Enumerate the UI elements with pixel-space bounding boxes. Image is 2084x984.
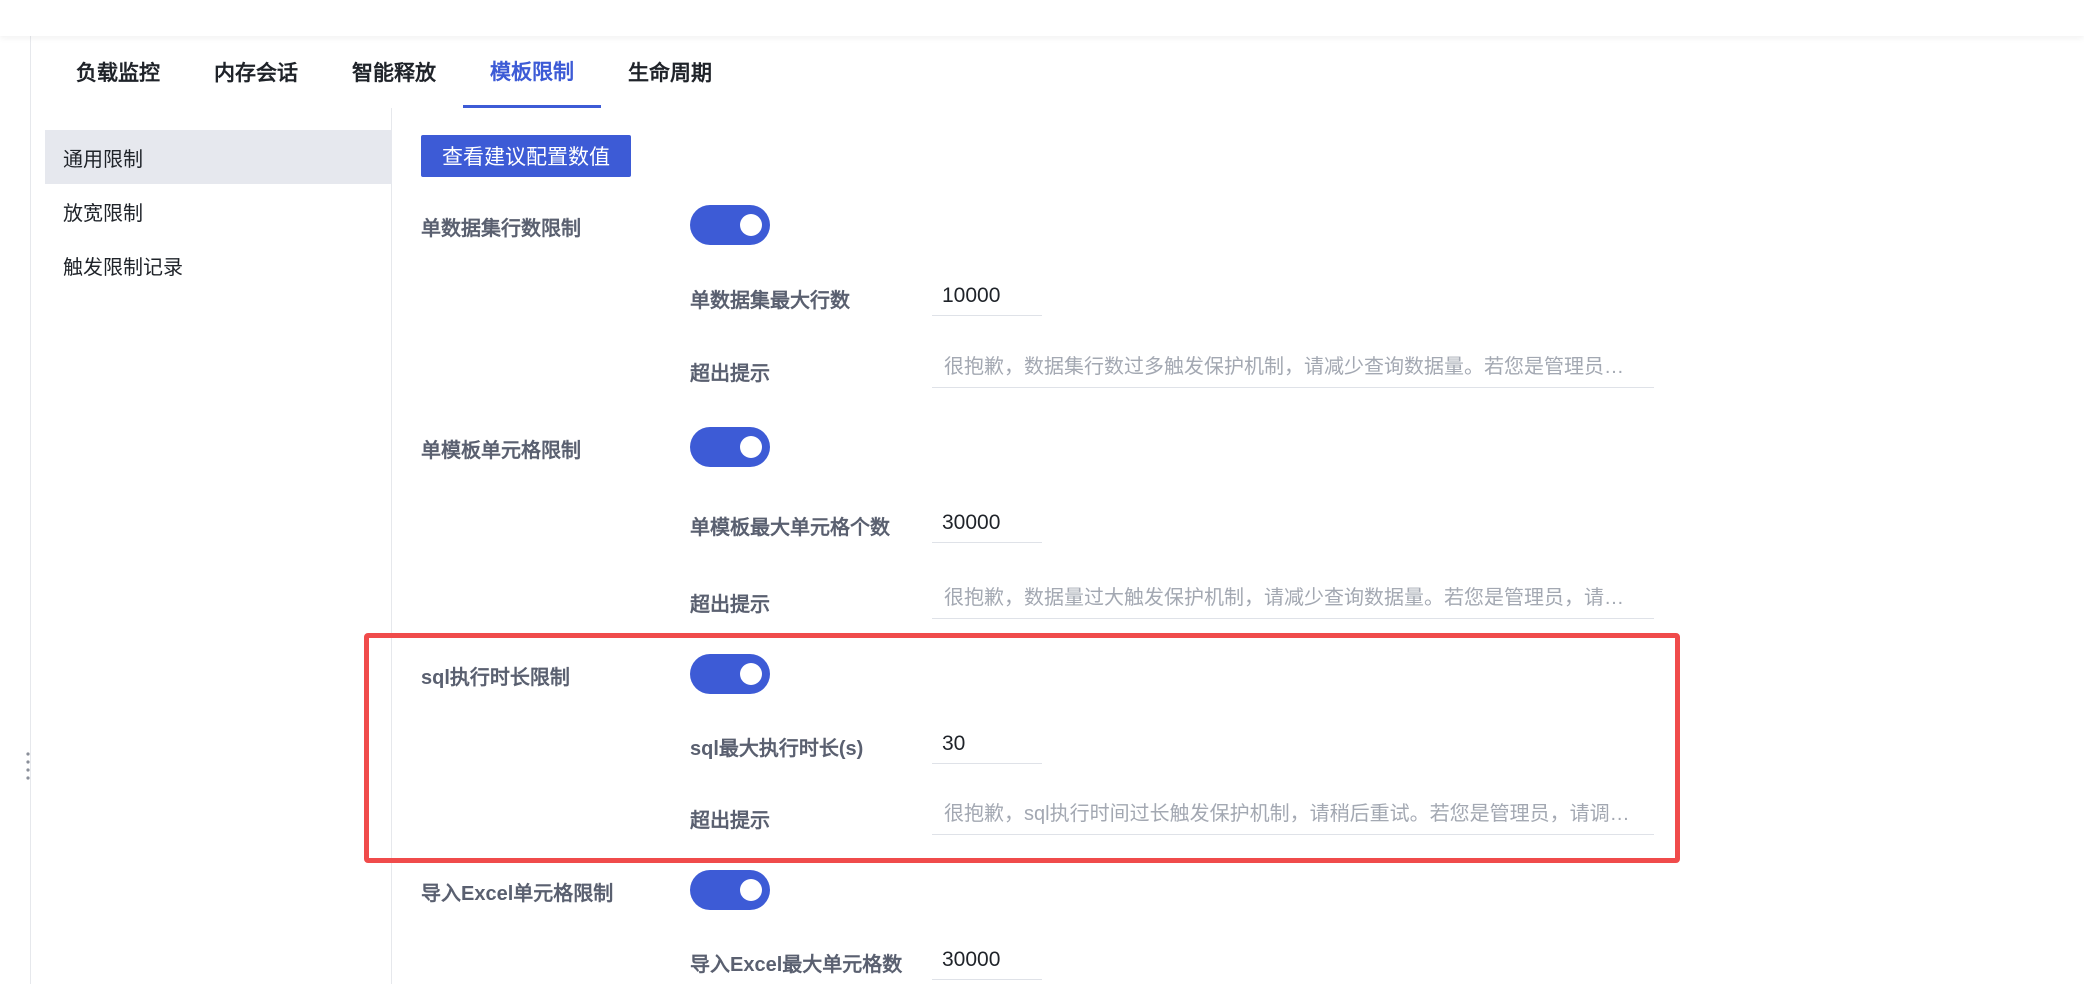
- sql-max-duration-input[interactable]: [932, 724, 1042, 764]
- nav-item-general-limit[interactable]: 通用限制: [45, 130, 407, 184]
- template-cells-limit-toggle[interactable]: [690, 427, 770, 467]
- excel-max-cells-input[interactable]: [932, 940, 1042, 980]
- side-nav: 通用限制 放宽限制 触发限制记录: [31, 108, 407, 984]
- dataset-exceed-hint-label: 超出提示: [690, 363, 770, 385]
- excel-import-limit-label: 导入Excel单元格限制: [421, 883, 614, 905]
- left-gutter: [0, 36, 31, 984]
- toggle-knob: [740, 436, 762, 458]
- tab-template-limit[interactable]: 模板限制: [463, 36, 601, 108]
- sql-exceed-hint-input[interactable]: [932, 795, 1654, 835]
- dataset-rows-limit-label: 单数据集行数限制: [421, 218, 581, 240]
- top-bar: [0, 0, 2084, 36]
- template-exceed-hint-input[interactable]: [932, 579, 1654, 619]
- sql-duration-limit-label: sql执行时长限制: [421, 667, 570, 689]
- excel-import-limit-toggle[interactable]: [690, 870, 770, 910]
- tab-memory-session[interactable]: 内存会话: [187, 36, 325, 108]
- sql-exceed-hint-label: 超出提示: [690, 810, 770, 832]
- template-max-cells-input[interactable]: [932, 503, 1042, 543]
- tab-bar: 负载监控 内存会话 智能释放 模板限制 生命周期: [31, 36, 2084, 109]
- nav-item-relaxed-limit[interactable]: 放宽限制: [45, 184, 407, 238]
- main-panel: [392, 108, 2084, 984]
- dataset-rows-limit-toggle[interactable]: [690, 205, 770, 245]
- nav-item-trigger-records[interactable]: 触发限制记录: [45, 238, 407, 292]
- toggle-knob: [740, 214, 762, 236]
- toggle-knob: [740, 879, 762, 901]
- tab-load-monitor[interactable]: 负载监控: [31, 36, 187, 108]
- excel-max-cells-label: 导入Excel最大单元格数: [690, 954, 903, 976]
- dataset-max-rows-label: 单数据集最大行数: [690, 290, 850, 312]
- tab-smart-release[interactable]: 智能释放: [325, 36, 463, 108]
- dataset-exceed-hint-input[interactable]: [932, 348, 1654, 388]
- dataset-max-rows-input[interactable]: [932, 276, 1042, 316]
- toggle-knob: [740, 663, 762, 685]
- view-suggested-config-button[interactable]: 查看建议配置数值: [421, 135, 631, 177]
- sql-duration-limit-toggle[interactable]: [690, 654, 770, 694]
- template-max-cells-label: 单模板最大单元格个数: [690, 517, 890, 539]
- template-cells-limit-label: 单模板单元格限制: [421, 440, 581, 462]
- template-exceed-hint-label: 超出提示: [690, 594, 770, 616]
- sql-max-duration-label: sql最大执行时长(s): [690, 738, 864, 760]
- tab-lifecycle[interactable]: 生命周期: [601, 36, 739, 108]
